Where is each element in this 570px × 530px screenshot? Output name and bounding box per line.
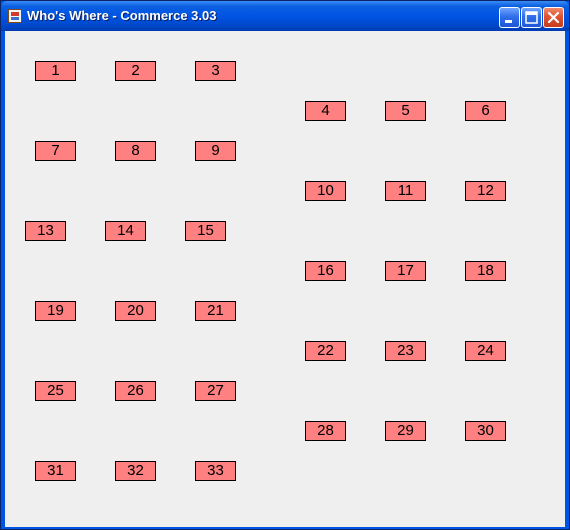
seat-cell-10[interactable]: 10	[305, 181, 346, 201]
minimize-icon	[505, 20, 512, 23]
seat-cell-7[interactable]: 7	[35, 141, 76, 161]
minimize-button[interactable]	[499, 7, 520, 28]
seat-cell-1[interactable]: 1	[35, 61, 76, 81]
seat-cell-11[interactable]: 11	[385, 181, 426, 201]
close-button[interactable]	[543, 7, 564, 28]
seat-cell-23[interactable]: 23	[385, 341, 426, 361]
seat-cell-24[interactable]: 24	[465, 341, 506, 361]
seat-cell-17[interactable]: 17	[385, 261, 426, 281]
seat-cell-14[interactable]: 14	[105, 221, 146, 241]
maximize-button[interactable]	[521, 7, 542, 28]
seat-cell-30[interactable]: 30	[465, 421, 506, 441]
java-cup-icon[interactable]	[8, 9, 22, 23]
seat-cell-19[interactable]: 19	[35, 301, 76, 321]
seat-cell-12[interactable]: 12	[465, 181, 506, 201]
close-icon	[547, 11, 560, 24]
seat-cell-26[interactable]: 26	[115, 381, 156, 401]
seat-cell-3[interactable]: 3	[195, 61, 236, 81]
seat-cell-9[interactable]: 9	[195, 141, 236, 161]
seat-cell-20[interactable]: 20	[115, 301, 156, 321]
seat-cell-5[interactable]: 5	[385, 101, 426, 121]
seat-cell-25[interactable]: 25	[35, 381, 76, 401]
seat-cell-6[interactable]: 6	[465, 101, 506, 121]
seat-cell-27[interactable]: 27	[195, 381, 236, 401]
seat-cell-22[interactable]: 22	[305, 341, 346, 361]
seat-cell-8[interactable]: 8	[115, 141, 156, 161]
seat-cell-18[interactable]: 18	[465, 261, 506, 281]
app-window: Who's Where - Commerce 3.03 1 2 3 4 5 6 …	[0, 0, 570, 530]
seat-map-panel: 1 2 3 4 5 6 7 8 9 10 11 12 13 14 15 16 1…	[5, 31, 565, 527]
seat-cell-2[interactable]: 2	[115, 61, 156, 81]
seat-cell-21[interactable]: 21	[195, 301, 236, 321]
seat-cell-32[interactable]: 32	[115, 461, 156, 481]
seat-cell-13[interactable]: 13	[25, 221, 66, 241]
seat-cell-29[interactable]: 29	[385, 421, 426, 441]
seat-cell-31[interactable]: 31	[35, 461, 76, 481]
window-title: Who's Where - Commerce 3.03	[27, 8, 217, 23]
seat-cell-4[interactable]: 4	[305, 101, 346, 121]
title-bar[interactable]: Who's Where - Commerce 3.03	[1, 1, 569, 31]
seat-cell-15[interactable]: 15	[185, 221, 226, 241]
seat-cell-16[interactable]: 16	[305, 261, 346, 281]
maximize-icon	[525, 11, 538, 24]
seat-cell-28[interactable]: 28	[305, 421, 346, 441]
seat-cell-33[interactable]: 33	[195, 461, 236, 481]
